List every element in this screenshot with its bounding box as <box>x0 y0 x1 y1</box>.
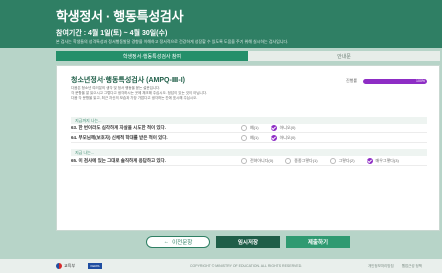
survey-notes: 다음은 청소년 여러분의 생각 및 정서 행동을 묻는 설문입니다. 각 문항을… <box>71 86 207 101</box>
submit-button[interactable]: 제출하기 <box>286 236 350 248</box>
option-label: 아니오(0) <box>279 135 296 140</box>
save-button[interactable]: 임시저장 <box>216 236 280 248</box>
option-label: 그렇다(2) <box>338 158 355 163</box>
radio-button[interactable] <box>241 125 247 131</box>
tab-survey[interactable]: 학생정서·행동특성검사 참여 <box>56 51 248 61</box>
progress-track: 100% <box>363 78 427 84</box>
question-row: 65. 이 검사에 있는 그대로 솔직하게 응답하고 있다. 전혀아니다(0) … <box>71 157 427 166</box>
participation-period: 참여기간 : 4월 1일(토) ~ 4월 30일(수) <box>56 30 168 37</box>
accessibility-link[interactable]: 웹접근성 정책 <box>402 264 422 269</box>
radio-button[interactable] <box>285 158 292 164</box>
answer-option[interactable]: 아니오(0) <box>270 125 296 131</box>
radio-button[interactable] <box>329 158 336 164</box>
answer-options: 예(1) 아니오(0) <box>241 135 308 141</box>
answer-option[interactable]: 전혀아니다(0) <box>241 158 273 164</box>
question-text: 65. 이 검사에 있는 그대로 솔직하게 응답하고 있다. <box>71 158 166 163</box>
prev-button[interactable]: ← 이전문항 <box>146 236 210 248</box>
tab-notice[interactable]: 안내문 <box>248 51 440 61</box>
progress-label: 진행률 <box>345 78 357 83</box>
footer-links: 개인정보처리방침 웹접근성 정책 <box>368 264 422 269</box>
answer-options: 예(1) 아니오(0) <box>241 125 308 131</box>
tab-bar: 학생정서·행동특성검사 참여 안내문 <box>56 51 440 61</box>
option-label: 예(1) <box>250 125 259 130</box>
action-buttons: ← 이전문항 임시저장 제출하기 <box>56 236 440 248</box>
answer-option[interactable]: 종종그렇다(1) <box>285 158 318 164</box>
radio-button-checked[interactable] <box>270 135 277 141</box>
taeguk-icon <box>56 263 62 269</box>
moe-logo-text: 교육부 <box>64 263 76 268</box>
section-head: 지금 나는... <box>71 149 427 156</box>
survey-note: 다음 각 문항을 읽고, 최근 자신의 모습과 가장 가깝다고 생각하는 칸에 … <box>71 96 198 100</box>
question-text: 63. 한 번이라도 심각하게 자살을 시도한 적이 있다. <box>71 125 166 130</box>
option-label: 전혀아니다(0) <box>250 158 274 163</box>
question-row: 64. 부모님께(보호자) 신체적 학대를 받은 적이 있다. 예(1) 아니오… <box>71 134 427 143</box>
option-label: 아니오(0) <box>279 125 296 130</box>
radio-button-checked[interactable] <box>270 125 277 131</box>
header-description: 본 검사는 학생들의 성격특성과 정서행동발달 경향을 이해하고 정서적으로 건… <box>56 39 289 44</box>
question-row: 63. 한 번이라도 심각하게 자살을 시도한 적이 있다. 예(1) 아니오(… <box>71 124 427 133</box>
section-head: 지금까지 나는... <box>71 117 427 124</box>
option-label: 종종그렇다(1) <box>294 158 318 163</box>
answer-option[interactable]: 매우그렇다(3) <box>366 158 399 164</box>
question-text: 64. 부모님께(보호자) 신체적 학대를 받은 적이 있다. <box>71 135 168 140</box>
moe-logo: 교육부 <box>56 263 75 269</box>
option-label: 매우그렇다(3) <box>375 158 399 163</box>
progress-percent: 100% <box>416 78 425 83</box>
answer-option[interactable]: 그렇다(2) <box>329 158 355 164</box>
survey-card: 청소년정서·행동특성검사 (AMPQ-Ⅲ-I) 다음은 청소년 여러분의 생각 … <box>56 65 440 231</box>
option-label: 예(1) <box>250 135 259 140</box>
radio-button-checked[interactable] <box>366 158 373 164</box>
answer-options: 전혀아니다(0) 종종그렇다(1) 그렇다(2) 매우그렇다(3) <box>241 158 411 164</box>
survey-title: 청소년정서·행동특성검사 (AMPQ-Ⅲ-I) <box>71 77 186 84</box>
answer-option[interactable]: 아니오(0) <box>270 135 296 141</box>
prev-button-label: 이전문항 <box>172 240 193 246</box>
answer-option[interactable]: 예(1) <box>241 135 259 141</box>
footer: 교육부 KERIS COPYRIGHT © MINISTRY OF EDUCAT… <box>0 259 442 273</box>
privacy-link[interactable]: 개인정보처리방침 <box>368 264 394 269</box>
page-header: 학생정서 · 행동특성검사 참여기간 : 4월 1일(토) ~ 4월 30일(수… <box>0 0 442 48</box>
radio-button[interactable] <box>241 158 247 164</box>
answer-option[interactable]: 예(1) <box>241 125 259 131</box>
page-title: 학생정서 · 행동특성검사 <box>56 9 184 24</box>
progress: 진행률 100% <box>346 78 427 84</box>
keris-logo: KERIS <box>88 263 102 269</box>
radio-button[interactable] <box>241 135 247 141</box>
copyright: COPYRIGHT © MINISTRY OF EDUCATION. ALL R… <box>190 264 303 268</box>
arrow-left-icon: ← <box>163 239 170 245</box>
